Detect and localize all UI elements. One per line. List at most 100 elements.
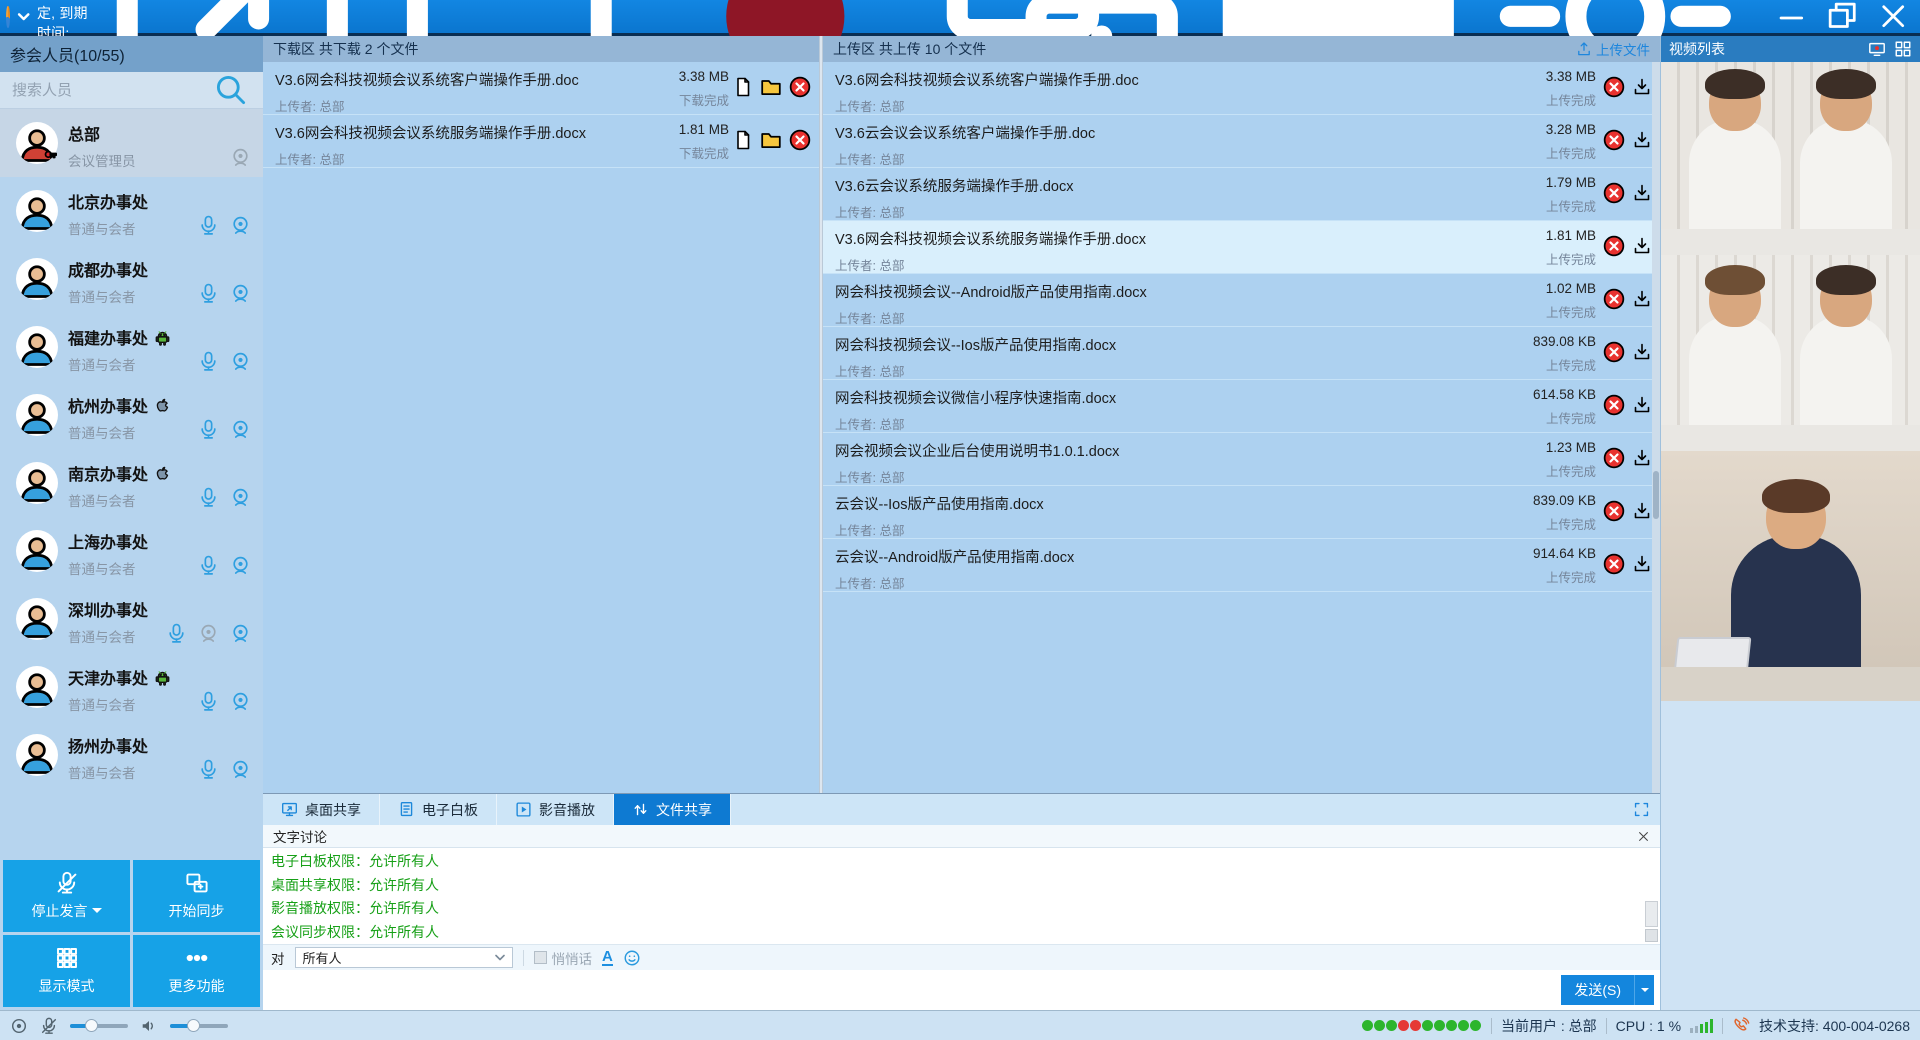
tab-media-play[interactable]: 影音播放 xyxy=(497,794,614,825)
delete-file-icon[interactable] xyxy=(1603,235,1625,257)
send-button[interactable]: 发送(S) xyxy=(1561,975,1634,1005)
close-icon[interactable] xyxy=(1876,0,1910,34)
emoji-icon[interactable] xyxy=(623,949,641,967)
download-file-icon[interactable] xyxy=(1632,554,1652,574)
participant-row[interactable]: 扬州办事处 普通与会者 xyxy=(0,721,263,789)
download-file-icon[interactable] xyxy=(1632,448,1652,468)
microphone-icon[interactable] xyxy=(198,555,219,576)
open-folder-icon[interactable] xyxy=(760,76,782,98)
message-input[interactable]: 发送(S) xyxy=(263,970,1660,1010)
chat-scrollbar[interactable] xyxy=(1645,850,1658,942)
webcam-icon[interactable] xyxy=(230,351,251,372)
microphone-icon[interactable] xyxy=(198,487,219,508)
send-options-caret[interactable] xyxy=(1634,975,1654,1005)
scroll-down-button[interactable] xyxy=(1645,929,1658,942)
delete-file-icon[interactable] xyxy=(1603,288,1625,310)
upload-file-link[interactable]: 上传文件 xyxy=(1576,39,1650,59)
open-file-icon[interactable] xyxy=(733,130,753,150)
open-folder-icon[interactable] xyxy=(760,129,782,151)
video-capture-icon[interactable] xyxy=(1868,40,1886,58)
upload-file-row[interactable]: V3.6云会议会议系统客户端操作手册.doc 上传者: 总部 3.28 MB 上… xyxy=(823,115,1660,168)
delete-file-icon[interactable] xyxy=(1603,394,1625,416)
delete-file-icon[interactable] xyxy=(1603,76,1625,98)
download-file-icon[interactable] xyxy=(1632,395,1652,415)
microphone-icon[interactable] xyxy=(198,691,219,712)
start-sync-button[interactable]: 开始同步 xyxy=(133,860,260,932)
display-mode-button[interactable]: 显示模式 xyxy=(3,935,130,1007)
delete-file-icon[interactable] xyxy=(1603,447,1625,469)
stop-speaking-button[interactable]: 停止发言 xyxy=(3,860,130,932)
microphone-icon[interactable] xyxy=(198,283,219,304)
download-file-icon[interactable] xyxy=(1632,77,1652,97)
upload-file-row[interactable]: V3.6网会科技视频会议系统服务端操作手册.docx 上传者: 总部 1.81 … xyxy=(823,221,1660,274)
font-style-icon[interactable]: A xyxy=(602,949,613,966)
delete-file-icon[interactable] xyxy=(789,76,811,98)
upload-file-row[interactable]: V3.6网会科技视频会议系统客户端操作手册.doc 上传者: 总部 3.38 M… xyxy=(823,62,1660,115)
download-file-row[interactable]: V3.6网会科技视频会议系统客户端操作手册.doc 上传者: 总部 3.38 M… xyxy=(263,62,819,115)
webcam-icon[interactable] xyxy=(230,555,251,576)
upload-file-row[interactable]: 网会科技视频会议--Ios版产品使用指南.docx 上传者: 总部 839.08… xyxy=(823,327,1660,380)
participant-row[interactable]: 南京办事处 普通与会者 xyxy=(0,449,263,517)
participant-row[interactable]: 成都办事处 普通与会者 xyxy=(0,245,263,313)
download-file-icon[interactable] xyxy=(1632,501,1652,521)
webcam-disabled-icon[interactable] xyxy=(198,623,219,644)
minimize-icon[interactable] xyxy=(1775,0,1809,34)
microphone-icon[interactable] xyxy=(166,623,187,644)
download-file-row[interactable]: V3.6网会科技视频会议系统服务端操作手册.docx 上传者: 总部 1.81 … xyxy=(263,115,819,168)
webcam-disabled-icon[interactable] xyxy=(230,147,251,168)
restore-icon[interactable] xyxy=(1825,0,1859,34)
chat-close-icon[interactable] xyxy=(1637,830,1650,843)
recipient-select[interactable]: 所有人 xyxy=(295,947,513,968)
more-functions-button[interactable]: 更多功能 xyxy=(133,935,260,1007)
microphone-icon[interactable] xyxy=(198,759,219,780)
app-menu-chevron-icon[interactable] xyxy=(16,9,31,24)
delete-file-icon[interactable] xyxy=(1603,341,1625,363)
expand-icon[interactable] xyxy=(1633,801,1650,818)
download-file-icon[interactable] xyxy=(1632,289,1652,309)
delete-file-icon[interactable] xyxy=(1603,500,1625,522)
webcam-icon[interactable] xyxy=(230,487,251,508)
upload-file-row[interactable]: 云会议--Ios版产品使用指南.docx 上传者: 总部 839.09 KB 上… xyxy=(823,486,1660,539)
upload-file-row[interactable]: 网会视频会议企业后台使用说明书1.0.1.docx 上传者: 总部 1.23 M… xyxy=(823,433,1660,486)
dropdown-caret-icon[interactable] xyxy=(92,908,102,918)
whisper-checkbox[interactable] xyxy=(534,951,547,964)
upload-file-row[interactable]: 网会科技视频会议--Android版产品使用指南.docx 上传者: 总部 1.… xyxy=(823,274,1660,327)
participant-row[interactable]: 总部 会议管理员 xyxy=(0,109,263,177)
participant-row[interactable]: 上海办事处 普通与会者 xyxy=(0,517,263,585)
scrollbar-thumb[interactable] xyxy=(1653,471,1659,519)
webcam-icon[interactable] xyxy=(230,623,251,644)
webcam-icon[interactable] xyxy=(230,759,251,780)
speaker-icon[interactable] xyxy=(140,1017,158,1035)
participant-row[interactable]: 天津办事处 普通与会者 xyxy=(0,653,263,721)
delete-file-icon[interactable] xyxy=(1603,182,1625,204)
participant-row[interactable]: 福建办事处 普通与会者 xyxy=(0,313,263,381)
webcam-icon[interactable] xyxy=(230,691,251,712)
delete-file-icon[interactable] xyxy=(1603,129,1625,151)
webcam-icon[interactable] xyxy=(230,419,251,440)
target-icon[interactable] xyxy=(10,1017,28,1035)
delete-file-icon[interactable] xyxy=(789,129,811,151)
mic-muted-icon[interactable] xyxy=(40,1017,58,1035)
search-icon[interactable] xyxy=(211,72,251,108)
scrollbar-thumb[interactable] xyxy=(1645,901,1658,927)
mic-volume-slider[interactable] xyxy=(70,1024,128,1028)
open-file-icon[interactable] xyxy=(733,77,753,97)
download-file-icon[interactable] xyxy=(1632,130,1652,150)
tab-file-share[interactable]: 文件共享 xyxy=(614,794,731,825)
upload-file-row[interactable]: V3.6云会议系统服务端操作手册.docx 上传者: 总部 1.79 MB 上传… xyxy=(823,168,1660,221)
video-thumbnail-2[interactable] xyxy=(1661,255,1920,451)
video-layout-icon[interactable] xyxy=(1894,40,1912,58)
upload-file-row[interactable]: 网会科技视频会议微信小程序快速指南.docx 上传者: 总部 614.58 KB… xyxy=(823,380,1660,433)
upload-file-row[interactable]: 云会议--Android版产品使用指南.docx 上传者: 总部 914.64 … xyxy=(823,539,1660,592)
download-file-icon[interactable] xyxy=(1632,236,1652,256)
video-thumbnail-3[interactable] xyxy=(1661,451,1920,701)
delete-file-icon[interactable] xyxy=(1603,553,1625,575)
participant-row[interactable]: 北京办事处 普通与会者 xyxy=(0,177,263,245)
tab-desktop-share[interactable]: 桌面共享 xyxy=(263,794,380,825)
microphone-icon[interactable] xyxy=(198,351,219,372)
download-file-icon[interactable] xyxy=(1632,183,1652,203)
webcam-icon[interactable] xyxy=(230,215,251,236)
microphone-icon[interactable] xyxy=(198,215,219,236)
webcam-icon[interactable] xyxy=(230,283,251,304)
video-thumbnail-1[interactable] xyxy=(1661,62,1920,255)
